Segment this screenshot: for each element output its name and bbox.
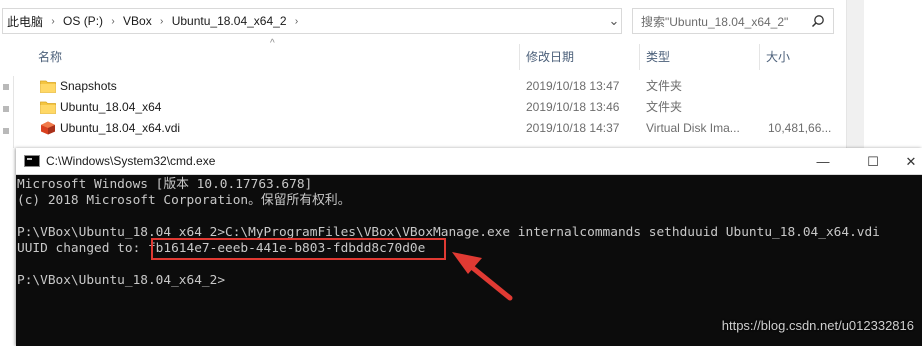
file-type: 文件夹	[646, 79, 683, 93]
file-type: 文件夹	[646, 100, 683, 114]
search-placeholder: 搜索"Ubuntu_18.04_x64_2"	[641, 14, 789, 29]
folder-icon	[40, 101, 56, 114]
vdi-file-icon	[41, 121, 55, 135]
breadcrumb-this-pc[interactable]: 此电脑	[3, 13, 47, 30]
column-headers: 名称 修改日期 类型 大小	[0, 44, 922, 70]
folder-icon	[40, 80, 56, 93]
search-icon[interactable]	[811, 14, 825, 28]
breadcrumb-current-folder[interactable]: Ubuntu_18.04_x64_2	[168, 14, 291, 28]
column-header-size[interactable]: 大小	[760, 44, 790, 70]
file-row[interactable]: Ubuntu_18.04_x64 2019/10/18 13:46 文件夹	[0, 97, 922, 118]
dropdown-chevron-icon[interactable]: ⌄	[605, 9, 623, 33]
breadcrumb-vbox[interactable]: VBox	[119, 14, 156, 28]
column-header-date[interactable]: 修改日期	[520, 44, 574, 70]
file-type: Virtual Disk Ima...	[646, 121, 740, 135]
column-header-type[interactable]: 类型	[640, 44, 670, 70]
search-input[interactable]: 搜索"Ubuntu_18.04_x64_2"	[632, 8, 834, 34]
breadcrumb-drive[interactable]: OS (P:)	[59, 14, 107, 28]
file-date: 2019/10/18 13:46	[526, 100, 620, 114]
watermark: https://blog.csdn.net/u012332816	[721, 318, 914, 333]
address-row: 此电脑 › OS (P:) › VBox › Ubuntu_18.04_x64_…	[0, 8, 922, 34]
column-header-name[interactable]: 名称	[32, 44, 62, 70]
file-name: Snapshots	[60, 79, 117, 93]
chevron-right-icon[interactable]: ›	[107, 16, 119, 27]
file-date: 2019/10/18 13:47	[526, 79, 620, 93]
breadcrumb: 此电脑 › OS (P:) › VBox › Ubuntu_18.04_x64_…	[3, 9, 303, 33]
chevron-right-icon[interactable]: ›	[291, 16, 303, 27]
address-bar[interactable]: 此电脑 › OS (P:) › VBox › Ubuntu_18.04_x64_…	[2, 8, 622, 34]
file-name: Ubuntu_18.04_x64	[60, 100, 162, 114]
file-explorer-window: 此电脑 › OS (P:) › VBox › Ubuntu_18.04_x64_…	[0, 0, 922, 148]
file-date: 2019/10/18 14:37	[526, 121, 620, 135]
file-row[interactable]: Ubuntu_18.04_x64.vdi 2019/10/18 14:37 Vi…	[0, 118, 922, 139]
vertical-scrollbar[interactable]	[846, 0, 864, 148]
file-name: Ubuntu_18.04_x64.vdi	[60, 121, 181, 135]
chevron-right-icon[interactable]: ›	[156, 16, 168, 27]
file-size: 10,481,66...	[768, 121, 832, 135]
cmd-window: C:\Windows\System32\cmd.exe — ☐ ✕ Micros…	[16, 148, 922, 346]
annotation-arrow-icon	[452, 252, 513, 301]
file-row[interactable]: Snapshots 2019/10/18 13:47 文件夹	[0, 76, 922, 97]
chevron-right-icon[interactable]: ›	[47, 16, 59, 27]
